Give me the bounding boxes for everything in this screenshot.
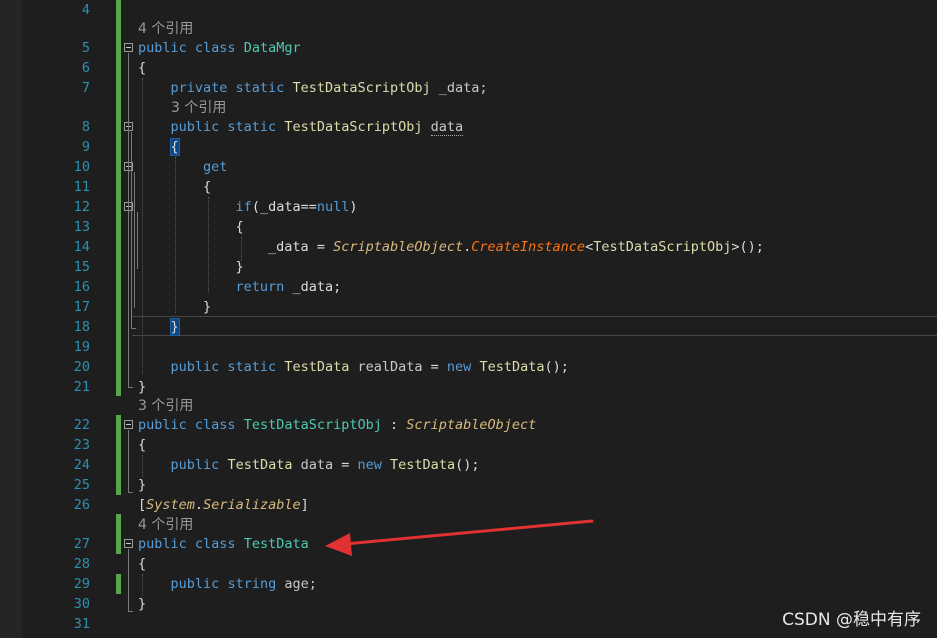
- annotation-arrow-icon: [325, 519, 594, 556]
- watermark: CSDN @稳中有序: [782, 610, 921, 630]
